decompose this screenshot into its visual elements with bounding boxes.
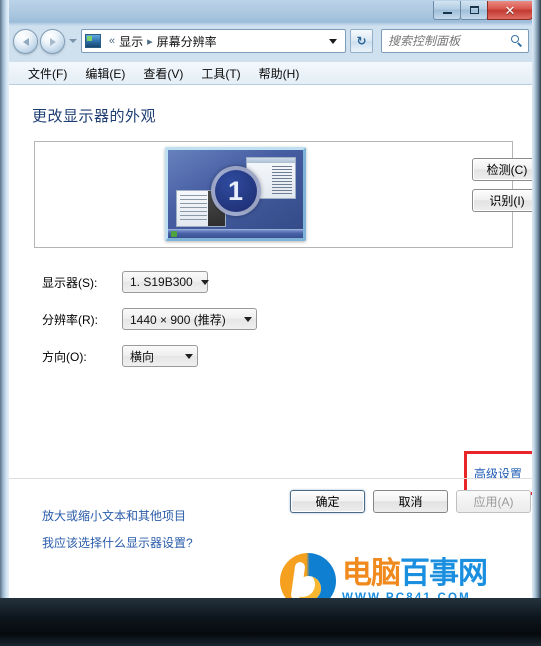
monitor-select-value: 1. S19B300 xyxy=(130,275,193,289)
orientation-select-value: 横向 xyxy=(130,349,155,364)
menu-bar: 文件(F) 编辑(E) 查看(V) 工具(T) 帮助(H) xyxy=(9,62,532,85)
detect-button[interactable]: 检测(C) xyxy=(472,158,532,181)
orientation-select[interactable]: 横向 xyxy=(122,345,198,367)
window-border-right xyxy=(532,0,541,646)
resolution-select-value: 1440 × 900 (推荐) xyxy=(130,312,226,327)
monitor-select[interactable]: 1. S19B300 xyxy=(122,271,209,293)
display-settings-help-link[interactable]: 我应该选择什么显示器设置? xyxy=(42,534,193,551)
back-button[interactable] xyxy=(13,29,38,54)
window-border-left xyxy=(0,0,9,646)
address-bar[interactable]: « 显示 ▸ 屏幕分辨率 xyxy=(81,29,346,53)
breadcrumb-item-display[interactable]: 显示 xyxy=(119,33,143,50)
window-border-bottom xyxy=(0,598,541,646)
resolution-select[interactable]: 1440 × 900 (推荐) xyxy=(122,308,257,330)
history-dropdown-icon[interactable] xyxy=(69,39,77,43)
page-title: 更改显示器的外观 xyxy=(32,108,157,125)
monitor-preview-1[interactable]: 1 xyxy=(165,147,306,241)
search-input[interactable] xyxy=(386,33,511,49)
breadcrumb-overflow-icon[interactable]: « xyxy=(109,35,115,47)
menu-item-view[interactable]: 查看(V) xyxy=(134,63,192,84)
control-panel-window: ✕ « 显示 ▸ 屏幕分辨率 ↻ 文件(F) 编辑(E) xyxy=(0,0,541,646)
back-arrow-icon xyxy=(22,37,29,46)
preview-taskbar xyxy=(168,229,303,238)
content-area: 更改显示器的外观 1 检测(C) 识别(I) 显示器(S): 1. S19B30… xyxy=(9,85,532,598)
watermark-title: 电脑百事网 xyxy=(342,556,488,590)
dialog-button-row: 确定 取消 应用(A) xyxy=(9,490,532,520)
address-dropdown-icon[interactable] xyxy=(329,38,337,44)
monitor-row: 显示器(S): 1. S19B300 xyxy=(42,271,209,293)
window-controls: ✕ xyxy=(433,1,533,20)
footer-divider xyxy=(9,478,532,479)
control-panel-icon xyxy=(85,34,101,48)
breadcrumb-item-screen-resolution[interactable]: 屏幕分辨率 xyxy=(157,33,217,50)
cancel-button[interactable]: 取消 xyxy=(373,490,448,513)
menu-item-tools[interactable]: 工具(T) xyxy=(192,63,249,84)
orientation-label: 方向(O): xyxy=(42,349,87,364)
forward-button[interactable] xyxy=(40,29,65,54)
minimize-icon xyxy=(442,11,452,14)
maximize-icon xyxy=(469,6,479,14)
monitor-label: 显示器(S): xyxy=(42,275,98,290)
pc841-logo-icon xyxy=(280,553,336,598)
resolution-label: 分辨率(R): xyxy=(42,312,98,327)
watermark-title-part2: 百事网 xyxy=(400,556,488,590)
identify-button[interactable]: 识别(I) xyxy=(472,189,532,212)
chevron-down-icon xyxy=(185,353,193,359)
ok-button[interactable]: 确定 xyxy=(290,490,365,513)
resolution-row: 分辨率(R): 1440 × 900 (推荐) xyxy=(42,308,257,330)
highlight-annotation-box xyxy=(464,451,532,495)
close-button[interactable]: ✕ xyxy=(487,1,533,20)
minimize-button[interactable] xyxy=(433,1,461,20)
forward-arrow-icon xyxy=(49,37,56,46)
navigation-toolbar: « 显示 ▸ 屏幕分辨率 ↻ xyxy=(9,28,532,58)
site-watermark: 电脑百事网 WWW.PC841.COM xyxy=(280,552,525,598)
maximize-button[interactable] xyxy=(460,1,488,20)
watermark-title-part1: 电脑 xyxy=(342,556,401,590)
orientation-row: 方向(O): 横向 xyxy=(42,345,198,367)
chevron-down-icon xyxy=(200,279,209,285)
watermark-text: 电脑百事网 WWW.PC841.COM xyxy=(342,556,488,598)
breadcrumb-separator-icon: ▸ xyxy=(147,35,153,48)
refresh-button[interactable]: ↻ xyxy=(350,29,373,53)
refresh-icon: ↻ xyxy=(356,34,367,48)
title-bar: ✕ xyxy=(0,0,541,24)
menu-item-edit[interactable]: 编辑(E) xyxy=(76,63,134,84)
menu-item-file[interactable]: 文件(F) xyxy=(19,63,76,84)
search-box[interactable] xyxy=(381,29,529,53)
apply-button: 应用(A) xyxy=(456,490,531,513)
close-icon: ✕ xyxy=(504,2,516,18)
display-preview-group: 1 检测(C) 识别(I) xyxy=(34,141,532,248)
menu-item-help[interactable]: 帮助(H) xyxy=(250,63,309,84)
chevron-down-icon xyxy=(244,316,252,322)
search-icon xyxy=(511,34,524,48)
monitor-number-badge: 1 xyxy=(210,166,261,217)
